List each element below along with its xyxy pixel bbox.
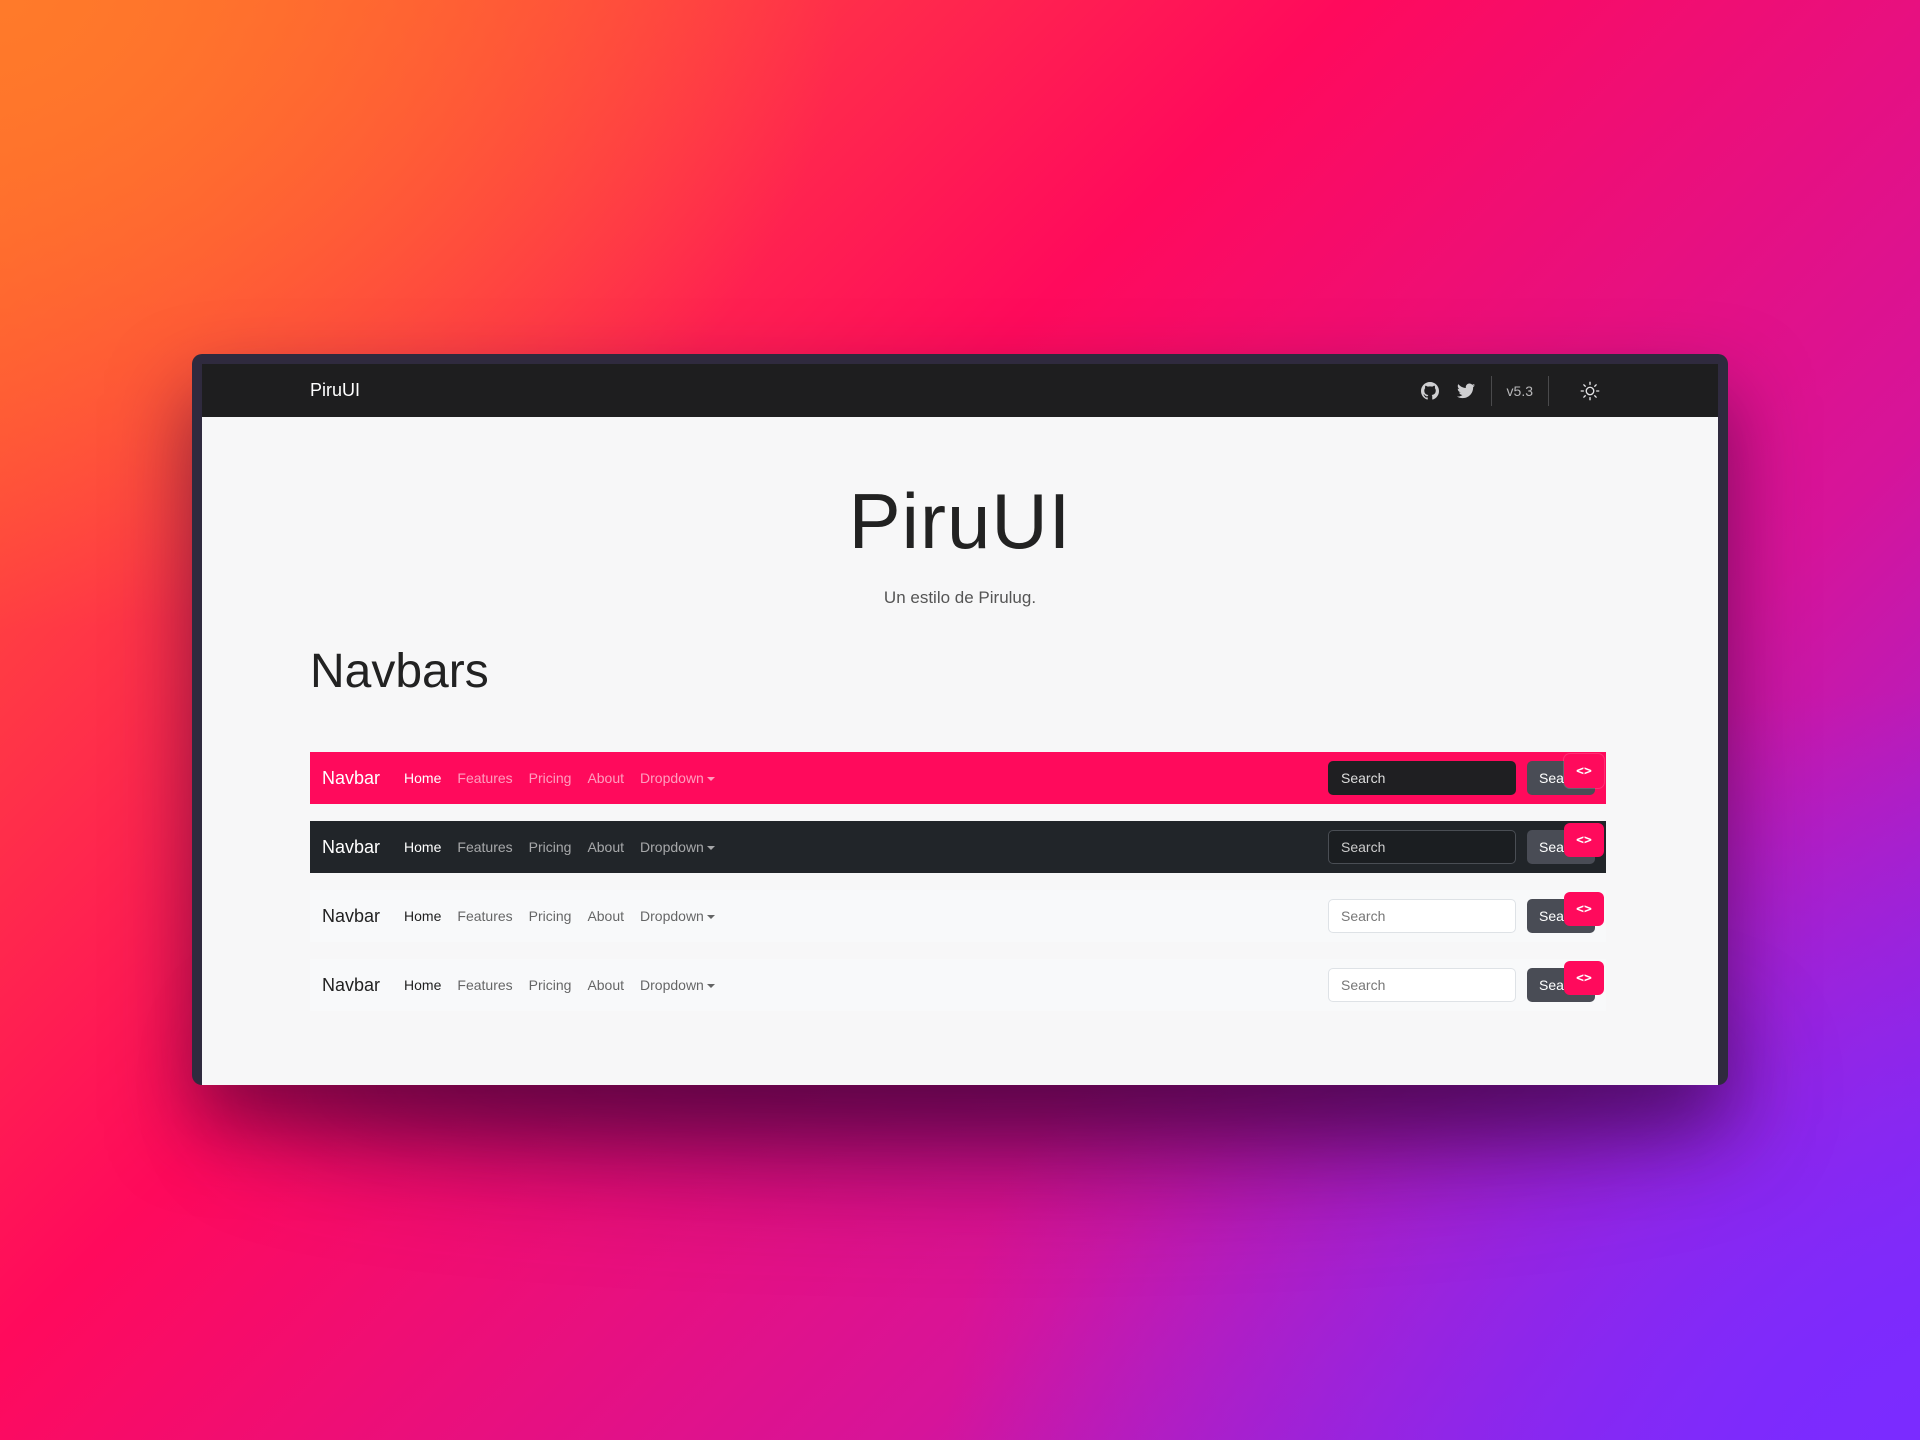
search-input[interactable] (1328, 899, 1516, 933)
divider (1490, 375, 1492, 406)
browser-window: PiruUI v5.3 PiruUI Un estilo de Pirulug.… (192, 354, 1728, 1085)
nav-dropdown[interactable]: Dropdown (640, 908, 715, 924)
site-brand[interactable]: PiruUI (310, 380, 360, 401)
search-input[interactable] (1328, 761, 1516, 795)
hero-subtitle: Un estilo de Pirulug. (883, 588, 1037, 607)
nav-dropdown-label: Dropdown (640, 770, 704, 786)
section-title: Navbars (310, 645, 489, 698)
nav-link-home[interactable]: Home (404, 770, 441, 786)
nav-dropdown[interactable]: Dropdown (640, 977, 715, 993)
page-viewport: PiruUI v5.3 PiruUI Un estilo de Pirulug.… (202, 364, 1718, 1085)
hero-title: PiruUI (848, 477, 1072, 565)
divider (1548, 375, 1549, 406)
nav-dropdown[interactable]: Dropdown (640, 770, 715, 786)
navbar-example-pink: Navbar Home Features Pricing About Dropd… (310, 752, 1606, 804)
nav-link-pricing[interactable]: Pricing (529, 977, 572, 993)
nav-link-home[interactable]: Home (404, 839, 441, 855)
nav-link-features[interactable]: Features (457, 839, 512, 855)
github-icon[interactable] (1420, 381, 1440, 401)
nav-dropdown-label: Dropdown (640, 977, 704, 993)
sun-icon[interactable] (1580, 381, 1600, 401)
navbar-brand[interactable]: Navbar (322, 906, 380, 927)
code-toggle-button[interactable]: <> (1564, 892, 1604, 926)
nav-dropdown[interactable]: Dropdown (640, 839, 715, 855)
nav-link-about[interactable]: About (587, 908, 624, 924)
nav-link-pricing[interactable]: Pricing (529, 770, 572, 786)
nav-link-about[interactable]: About (587, 977, 624, 993)
nav-link-home[interactable]: Home (404, 908, 441, 924)
navbar-example-light: Navbar Home Features Pricing About Dropd… (310, 890, 1606, 942)
nav-link-features[interactable]: Features (457, 977, 512, 993)
navbar-brand[interactable]: Navbar (322, 975, 380, 996)
twitter-icon[interactable] (1456, 381, 1476, 401)
navbar-brand[interactable]: Navbar (322, 837, 380, 858)
search-input[interactable] (1328, 968, 1516, 1002)
navbar-brand[interactable]: Navbar (322, 768, 380, 789)
nav-link-about[interactable]: About (587, 770, 624, 786)
hero: PiruUI Un estilo de Pirulug. (202, 482, 1718, 608)
nav-dropdown-label: Dropdown (640, 839, 704, 855)
nav-link-home[interactable]: Home (404, 977, 441, 993)
caret-down-icon (706, 846, 715, 851)
top-navbar: PiruUI v5.3 (202, 364, 1718, 417)
nav-link-about[interactable]: About (587, 839, 624, 855)
caret-down-icon (706, 984, 715, 989)
navbar-example-light-2: Navbar Home Features Pricing About Dropd… (310, 959, 1606, 1011)
version-label[interactable]: v5.3 (1507, 383, 1533, 399)
caret-down-icon (706, 915, 715, 920)
nav-dropdown-label: Dropdown (640, 908, 704, 924)
nav-link-pricing[interactable]: Pricing (529, 908, 572, 924)
search-input[interactable] (1328, 830, 1516, 864)
nav-link-pricing[interactable]: Pricing (529, 839, 572, 855)
navbar-example-dark: Navbar Home Features Pricing About Dropd… (310, 821, 1606, 873)
code-toggle-button[interactable]: <> (1564, 823, 1604, 857)
caret-down-icon (706, 777, 715, 782)
code-toggle-button[interactable]: <> (1564, 961, 1604, 995)
top-navbar-actions: v5.3 (1404, 364, 1600, 417)
nav-link-features[interactable]: Features (457, 908, 512, 924)
code-toggle-button[interactable]: <> (1564, 754, 1604, 788)
nav-link-features[interactable]: Features (457, 770, 512, 786)
